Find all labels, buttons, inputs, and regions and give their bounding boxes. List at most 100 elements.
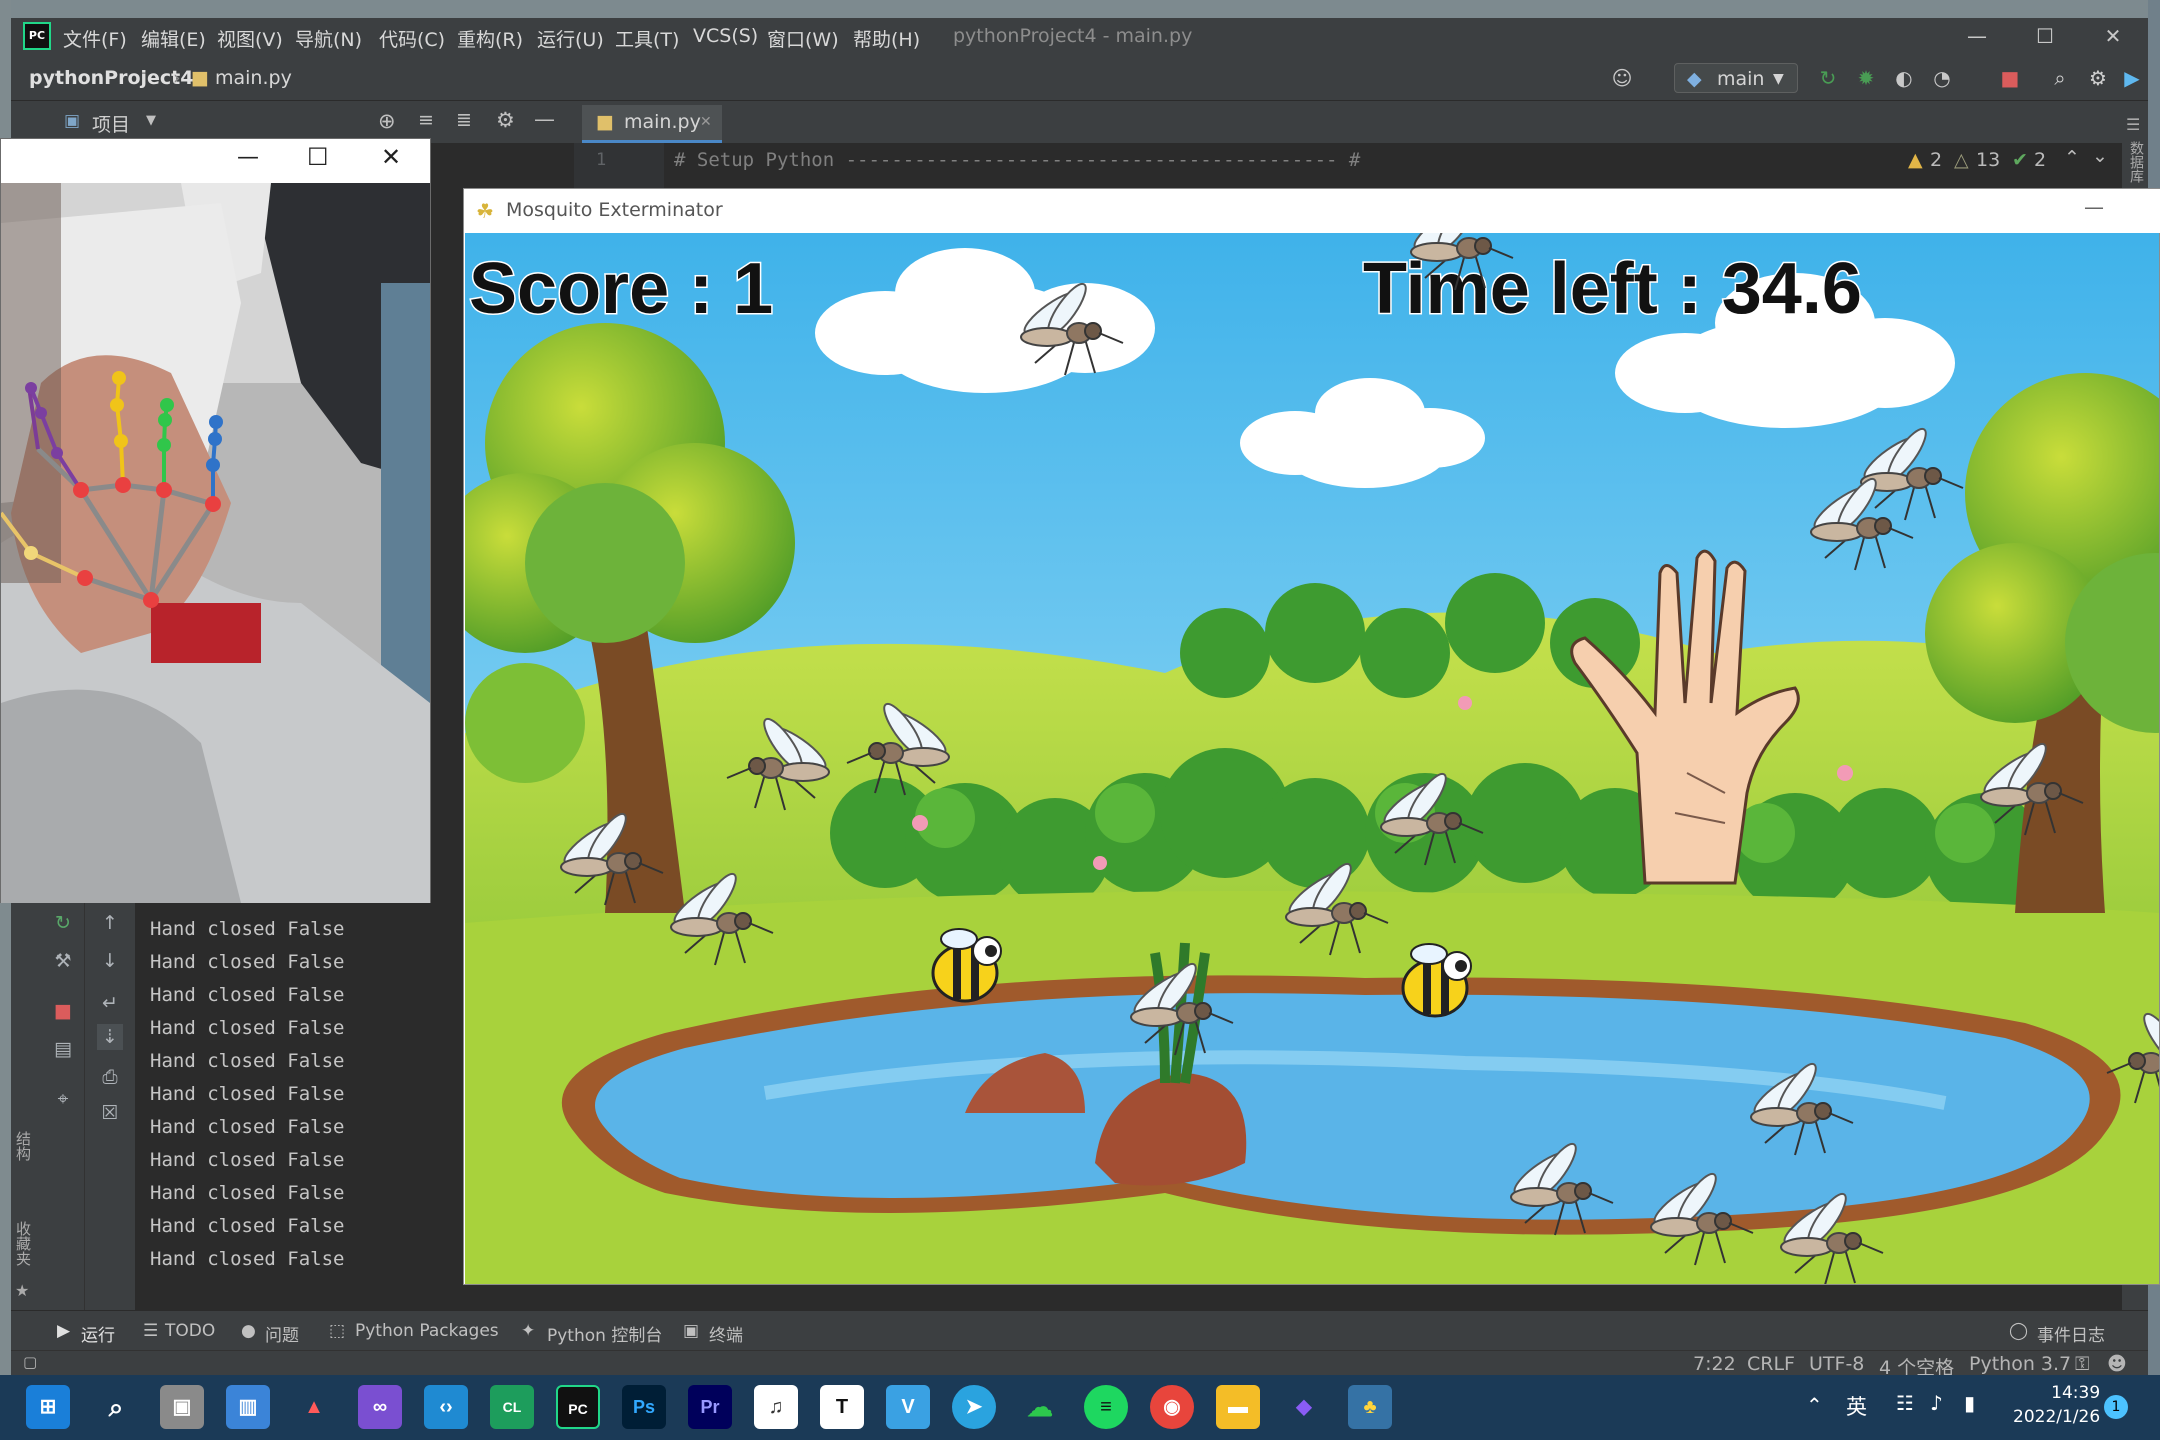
volume-icon[interactable]: ♪ bbox=[1930, 1391, 1943, 1415]
telegram-icon[interactable]: ➤ bbox=[952, 1385, 996, 1429]
toggle-panels-icon[interactable]: ▢ bbox=[23, 1353, 37, 1371]
menu-vcs[interactable]: VCS(S) bbox=[693, 25, 758, 47]
game-canvas[interactable]: Score : 1 Time left : 34.6 bbox=[465, 233, 2159, 1284]
autodesk-icon[interactable]: ▲ bbox=[292, 1385, 336, 1429]
camera-window[interactable]: — ☐ ✕ bbox=[0, 138, 431, 903]
star-icon[interactable]: ★ bbox=[15, 1281, 29, 1300]
typora-icon[interactable]: T bbox=[820, 1385, 864, 1429]
profile-icon[interactable]: ◔ bbox=[1929, 65, 1955, 91]
spotify-icon[interactable]: ≡ bbox=[1084, 1385, 1128, 1429]
notification-badge[interactable]: 1 bbox=[2104, 1395, 2128, 1419]
audio-icon[interactable]: ♫ bbox=[754, 1385, 798, 1429]
system-clock[interactable]: 14:39 2022/1/26 bbox=[2013, 1381, 2100, 1429]
menu-refactor[interactable]: 重构(R) bbox=[457, 25, 523, 52]
structure-tool-tab[interactable]: 结构 bbox=[11, 1131, 34, 1161]
file-explorer-icon[interactable]: ▬ bbox=[1216, 1385, 1260, 1429]
task-view-icon[interactable]: ▣ bbox=[160, 1385, 204, 1429]
menu-edit[interactable]: 编辑(E) bbox=[141, 25, 206, 52]
check-icon[interactable]: ✔ bbox=[2012, 149, 2028, 171]
layout-icon[interactable]: ▤ bbox=[50, 1036, 76, 1062]
breadcrumb-file[interactable]: main.py bbox=[215, 67, 292, 89]
tab-python-packages[interactable]: Python Packages bbox=[355, 1321, 499, 1341]
menu-view[interactable]: 视图(V) bbox=[217, 25, 283, 52]
trash-icon[interactable]: ☒ bbox=[97, 1100, 123, 1126]
chrome-icon[interactable]: ◉ bbox=[1150, 1385, 1194, 1429]
plugin-icon[interactable]: ▶ bbox=[2119, 65, 2145, 91]
maximize-button[interactable]: ☐ bbox=[2015, 20, 2075, 52]
tab-event-log[interactable]: 事件日志 bbox=[2037, 1321, 2105, 1346]
line-separator[interactable]: CRLF bbox=[1747, 1353, 1795, 1375]
minimize-button[interactable]: — bbox=[1947, 20, 2007, 52]
close-button[interactable]: ✕ bbox=[2083, 20, 2143, 52]
rerun-icon[interactable]: ↻ bbox=[50, 910, 76, 936]
favorites-tool-tab[interactable]: 收藏夹 bbox=[11, 1221, 34, 1266]
tab-main-py[interactable]: ■ main.py ✕ bbox=[582, 105, 722, 143]
vivaldi-icon[interactable]: V bbox=[886, 1385, 930, 1429]
tab-python-console[interactable]: Python 控制台 bbox=[547, 1321, 662, 1346]
chevron-down-icon[interactable]: ▼ bbox=[146, 113, 156, 128]
ime-indicator[interactable]: 英 bbox=[1846, 1391, 1867, 1421]
menu-file[interactable]: 文件(F) bbox=[63, 25, 127, 52]
game-window[interactable]: ☘ Mosquito Exterminator — Score: 1 Time… bbox=[463, 188, 2160, 1285]
wifi-icon[interactable]: ☷ bbox=[1896, 1391, 1914, 1415]
hide-panel-icon[interactable]: — bbox=[534, 107, 555, 131]
menu-window[interactable]: 窗口(W) bbox=[767, 25, 839, 52]
arrow-down-icon[interactable]: ↓ bbox=[97, 948, 123, 974]
collapse-all-icon[interactable]: ≣ bbox=[456, 109, 472, 131]
breadcrumb-project[interactable]: pythonProject4 bbox=[29, 67, 194, 89]
project-panel-label[interactable]: 项目 bbox=[92, 110, 130, 137]
file-encoding[interactable]: UTF-8 bbox=[1809, 1353, 1864, 1375]
debug-icon[interactable]: ✹ bbox=[1853, 65, 1879, 91]
chevron-up-icon[interactable]: ⌃ bbox=[2064, 147, 2080, 169]
pin-icon[interactable]: ⌖ bbox=[50, 1086, 76, 1112]
caret-position[interactable]: 7:22 bbox=[1693, 1353, 1736, 1375]
pycharm-icon[interactable]: PC bbox=[556, 1385, 600, 1429]
minimize-button[interactable]: — bbox=[2084, 195, 2104, 219]
menu-tools[interactable]: 工具(T) bbox=[615, 25, 679, 52]
chevron-down-icon[interactable]: ⌄ bbox=[2092, 145, 2108, 167]
inspector-icon[interactable]: ☻ bbox=[2107, 1353, 2127, 1375]
expand-all-icon[interactable]: ≡ bbox=[418, 109, 434, 131]
lock-icon[interactable]: ⚿ bbox=[2075, 1353, 2089, 1375]
scroll-to-end-icon[interactable]: ⇣ bbox=[97, 1024, 123, 1050]
python-interpreter[interactable]: Python 3.7 bbox=[1969, 1353, 2071, 1375]
print-icon[interactable]: ⎙ bbox=[97, 1064, 123, 1090]
battery-icon[interactable]: ▮ bbox=[1964, 1391, 1975, 1415]
database-tool-tab[interactable]: 数据库 bbox=[2124, 141, 2146, 183]
coverage-icon[interactable]: ◐ bbox=[1891, 65, 1917, 91]
soft-wrap-icon[interactable]: ↵ bbox=[97, 990, 123, 1016]
search-icon[interactable]: ⌕ bbox=[94, 1385, 138, 1429]
wrench-icon[interactable]: ⚒ bbox=[50, 948, 76, 974]
photoshop-icon[interactable]: Ps bbox=[622, 1385, 666, 1429]
warning-icon[interactable]: ▲ bbox=[1908, 149, 1923, 171]
minimize-button[interactable]: — bbox=[237, 145, 259, 170]
menu-navigate[interactable]: 导航(N) bbox=[295, 25, 362, 52]
user-icon[interactable]: ☺ bbox=[1609, 65, 1635, 91]
stop-icon[interactable]: ■ bbox=[50, 998, 76, 1024]
rerun-icon[interactable]: ↻ bbox=[1815, 65, 1841, 91]
run-config-selector[interactable]: ◆ main ▼ bbox=[1674, 63, 1798, 93]
widgets-icon[interactable]: ▥ bbox=[226, 1385, 270, 1429]
tab-todo[interactable]: TODO bbox=[165, 1321, 215, 1341]
database-icon[interactable]: ☰ bbox=[2126, 115, 2140, 134]
premiere-icon[interactable]: Pr bbox=[688, 1385, 732, 1429]
python-icon[interactable]: ♣ bbox=[1348, 1385, 1392, 1429]
tab-terminal[interactable]: 终端 bbox=[709, 1321, 743, 1346]
menu-run[interactable]: 运行(U) bbox=[537, 25, 604, 52]
close-button[interactable]: ✕ bbox=[381, 143, 401, 171]
menu-code[interactable]: 代码(C) bbox=[379, 25, 445, 52]
maximize-button[interactable]: ☐ bbox=[307, 143, 329, 171]
settings-gear-icon[interactable]: ⚙ bbox=[496, 108, 515, 132]
settings-gear-icon[interactable]: ⚙ bbox=[2085, 65, 2111, 91]
tab-run[interactable]: 运行 bbox=[81, 1321, 115, 1346]
start-icon[interactable]: ⊞ bbox=[26, 1385, 70, 1429]
tab-problems[interactable]: 问题 bbox=[265, 1321, 299, 1346]
close-tab-icon[interactable]: ✕ bbox=[700, 105, 712, 139]
arrow-up-icon[interactable]: ↑ bbox=[97, 910, 123, 936]
vscode-icon[interactable]: ‹› bbox=[424, 1385, 468, 1429]
clion-icon[interactable]: CL bbox=[490, 1385, 534, 1429]
weak-warning-icon[interactable]: △ bbox=[1954, 149, 1969, 171]
chevron-up-icon[interactable]: ⌃ bbox=[1806, 1393, 1823, 1417]
code-editor[interactable]: # Setup Python -------------------------… bbox=[664, 143, 2122, 188]
search-icon[interactable]: ⌕ bbox=[2047, 65, 2073, 91]
